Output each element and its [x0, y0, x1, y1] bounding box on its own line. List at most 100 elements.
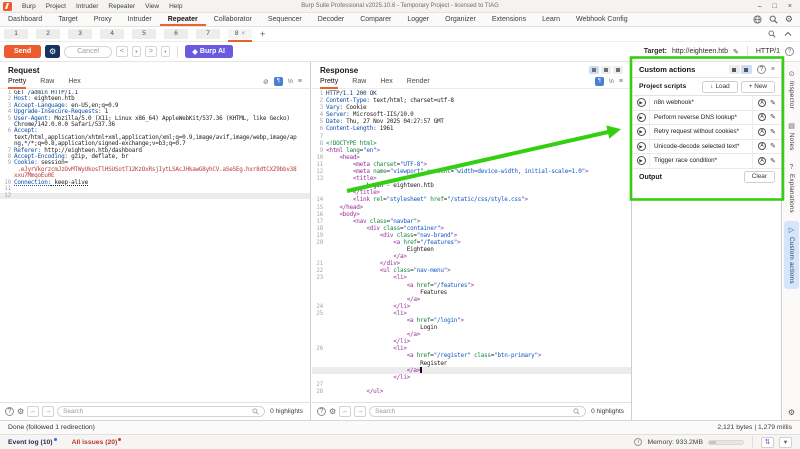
- add-tab-button[interactable]: +: [260, 29, 265, 39]
- side-tab-custom-actions[interactable]: ▷Custom actions: [784, 221, 799, 289]
- statusbar-expand-chevron[interactable]: ▾: [779, 437, 792, 448]
- repeater-tab-8[interactable]: 8×: [228, 29, 252, 39]
- layout-rows-button[interactable]: [601, 66, 611, 74]
- ai-assist-icon[interactable]: A: [758, 113, 766, 121]
- search-tabs-icon[interactable]: [768, 30, 776, 38]
- editor-menu-icon[interactable]: ≡: [619, 78, 623, 85]
- response-viewer[interactable]: 1HTTP/1.1 200 OK2Content-Type: text/html…: [312, 90, 631, 402]
- edit-script-icon[interactable]: ✎: [770, 128, 776, 136]
- editor-menu-icon[interactable]: ≡: [298, 78, 302, 85]
- panel-view-toggle-left[interactable]: [729, 65, 740, 74]
- play-icon[interactable]: ▶: [637, 98, 646, 107]
- edit-script-icon[interactable]: ✎: [770, 157, 776, 165]
- repeater-tab-7[interactable]: 7: [196, 29, 220, 39]
- send-button[interactable]: Send: [4, 45, 41, 58]
- settings-gear-icon[interactable]: ⚙: [785, 14, 793, 25]
- search-settings-icon[interactable]: ⚙: [329, 407, 336, 416]
- ai-assist-icon[interactable]: A: [758, 128, 766, 136]
- layout-columns-button[interactable]: [589, 66, 599, 74]
- request-tab-raw[interactable]: Raw: [40, 75, 54, 89]
- layout-tabs-button[interactable]: [613, 66, 623, 74]
- hide-nonprinting-icon[interactable]: ⊘: [263, 78, 269, 86]
- search-help-icon[interactable]: ?: [5, 407, 14, 416]
- side-tab-explanations[interactable]: ?Explanations: [784, 159, 799, 218]
- maximize-button[interactable]: □: [773, 3, 777, 10]
- menu-intruder[interactable]: Intruder: [71, 3, 103, 10]
- request-editor[interactable]: 1GET /admin HTTP/1.12Host: eighteen.htb3…: [0, 90, 310, 402]
- ai-assist-icon[interactable]: A: [758, 99, 766, 107]
- repeater-tab-3[interactable]: 3: [68, 29, 92, 39]
- script-row[interactable]: ▶Perform reverse DNS lookup*A✎: [633, 111, 781, 126]
- menu-help[interactable]: Help: [164, 3, 187, 10]
- search-settings-icon[interactable]: ⚙: [17, 407, 24, 416]
- menu-view[interactable]: View: [140, 3, 164, 10]
- play-icon[interactable]: ▶: [637, 113, 646, 122]
- play-icon[interactable]: ▶: [637, 156, 646, 165]
- script-row[interactable]: ▶Retry request without cookies*A✎: [633, 125, 781, 140]
- search-next-icon[interactable]: →: [42, 406, 54, 417]
- panel-view-toggle-right[interactable]: [741, 65, 752, 74]
- repeater-tab-6[interactable]: 6: [164, 29, 188, 39]
- history-forward-dropdown[interactable]: ▾: [161, 46, 170, 57]
- minimize-button[interactable]: –: [758, 3, 762, 10]
- main-tab-proxy[interactable]: Proxy: [86, 13, 120, 26]
- sidebar-settings-gear-icon[interactable]: ⚙: [783, 408, 800, 417]
- main-tab-extensions[interactable]: Extensions: [484, 13, 534, 26]
- response-search-input[interactable]: [375, 408, 573, 415]
- newline-toggle-icon[interactable]: \n: [609, 79, 614, 85]
- cancel-button[interactable]: Cancel: [64, 46, 112, 58]
- edit-script-icon[interactable]: ✎: [770, 142, 776, 150]
- search-help-icon[interactable]: ?: [317, 407, 326, 416]
- side-tab-inspector[interactable]: ⊙Inspector: [784, 65, 799, 114]
- history-back-button[interactable]: <: [116, 46, 128, 57]
- search-prev-icon[interactable]: ←: [339, 406, 351, 417]
- history-back-dropdown[interactable]: ▾: [132, 46, 141, 57]
- repeater-tab-2[interactable]: 2: [36, 29, 60, 39]
- globe-icon[interactable]: [753, 15, 762, 24]
- main-tab-intruder[interactable]: Intruder: [120, 13, 160, 26]
- http-version[interactable]: HTTP/1: [756, 48, 780, 55]
- play-icon[interactable]: ▶: [637, 127, 646, 136]
- syntax-highlight-icon[interactable]: ¶: [595, 77, 604, 86]
- response-tab-pretty[interactable]: Pretty: [320, 75, 338, 89]
- search-next-icon[interactable]: →: [354, 406, 366, 417]
- burp-ai-button[interactable]: Burp AI: [185, 45, 233, 58]
- memory-actions-icon[interactable]: ⇅: [761, 437, 774, 448]
- response-tab-hex[interactable]: Hex: [380, 75, 392, 89]
- script-row[interactable]: ▶n8n webhook*A✎: [633, 96, 781, 111]
- load-script-button[interactable]: ↓Load: [702, 81, 737, 93]
- menu-repeater[interactable]: Repeater: [103, 3, 140, 10]
- edit-target-icon[interactable]: ✎: [733, 48, 739, 56]
- main-tab-organizer[interactable]: Organizer: [437, 13, 484, 26]
- menu-project[interactable]: Project: [41, 3, 71, 10]
- ai-assist-icon[interactable]: A: [758, 142, 766, 150]
- main-tab-sequencer[interactable]: Sequencer: [260, 13, 310, 26]
- script-row[interactable]: ▶Trigger race condition*A✎: [633, 154, 781, 169]
- main-tab-target[interactable]: Target: [50, 13, 85, 26]
- menu-burp[interactable]: Burp: [17, 3, 41, 10]
- newline-toggle-icon[interactable]: \n: [288, 79, 293, 85]
- history-forward-button[interactable]: >: [145, 46, 157, 57]
- main-tab-learn[interactable]: Learn: [534, 13, 568, 26]
- new-script-button[interactable]: + New: [741, 81, 775, 93]
- search-icon[interactable]: [769, 15, 778, 24]
- clear-output-button[interactable]: Clear: [744, 171, 775, 183]
- side-tab-notes[interactable]: ▤Notes: [784, 117, 799, 156]
- request-tab-hex[interactable]: Hex: [68, 75, 80, 89]
- response-tab-raw[interactable]: Raw: [352, 75, 366, 89]
- main-tab-repeater[interactable]: Repeater: [160, 13, 206, 26]
- search-prev-icon[interactable]: ←: [27, 406, 39, 417]
- collapse-chevron-icon[interactable]: [784, 31, 792, 37]
- repeater-tab-1[interactable]: 1: [4, 29, 28, 39]
- main-tab-logger[interactable]: Logger: [399, 13, 437, 26]
- main-tab-webhook-config[interactable]: Webhook Config: [568, 13, 636, 26]
- main-tab-comparer[interactable]: Comparer: [352, 13, 399, 26]
- syntax-highlight-icon[interactable]: ¶: [274, 77, 283, 86]
- repeater-tab-5[interactable]: 5: [132, 29, 156, 39]
- edit-script-icon[interactable]: ✎: [770, 99, 776, 107]
- response-tab-render[interactable]: Render: [407, 75, 430, 89]
- main-tab-decoder[interactable]: Decoder: [310, 13, 352, 26]
- request-tab-pretty[interactable]: Pretty: [8, 75, 26, 89]
- http-version-help-icon[interactable]: ?: [785, 47, 794, 56]
- request-search-input[interactable]: [63, 408, 252, 415]
